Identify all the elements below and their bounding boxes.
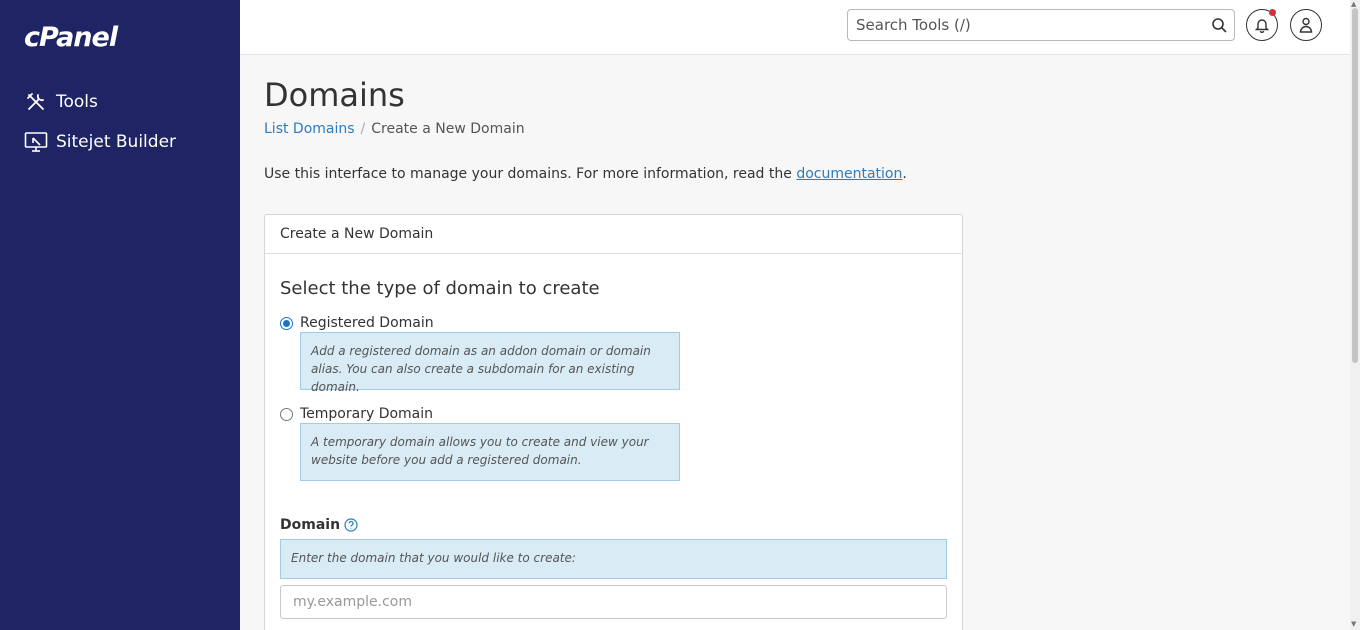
user-icon [1299,17,1313,33]
temporary-domain-option[interactable]: Temporary Domain [280,406,433,422]
sidebar-item-label: Sitejet Builder [56,132,177,152]
sitejet-icon [24,130,48,154]
search-box [847,9,1235,41]
breadcrumb-separator: / [360,121,366,137]
breadcrumb: List Domains / Create a New Domain [264,121,525,137]
help-icon[interactable] [344,518,358,532]
page-title: Domains [264,76,405,114]
scroll-up-icon[interactable]: ▲ [1351,0,1356,8]
intro-text-body: Use this interface to manage your domain… [264,166,792,182]
intro-text-end: . [902,166,907,182]
top-bar [240,0,1350,55]
temporary-domain-help: A temporary domain allows you to create … [300,423,680,481]
notification-dot [1269,9,1276,16]
page-scrollbar[interactable]: ▲ ▼ [1350,0,1360,630]
sidebar-item-tools[interactable]: Tools [24,90,98,114]
section-title: Select the type of domain to create [280,278,600,299]
intro-text: Use this interface to manage your domain… [264,166,907,182]
domain-input[interactable] [280,585,947,619]
temporary-domain-label: Temporary Domain [300,406,434,422]
temporary-domain-radio[interactable] [280,407,293,421]
create-domain-panel: Create a New Domain Select the type of d… [264,214,963,630]
registered-domain-radio[interactable] [280,316,293,330]
search-input[interactable] [856,10,1196,40]
scrollbar-thumb[interactable] [1352,8,1358,363]
user-menu-button[interactable] [1290,9,1322,41]
cpanel-logo[interactable]: cPanel [24,22,118,53]
sidebar-item-label: Tools [56,92,98,112]
sidebar: cPanel Tools Sitejet Builder [0,0,240,630]
search-icon[interactable] [1211,17,1227,33]
registered-domain-help: Add a registered domain as an addon doma… [300,332,680,394]
sidebar-item-sitejet-builder[interactable]: Sitejet Builder [24,130,176,154]
notifications-button[interactable] [1246,9,1278,41]
bell-icon [1255,17,1269,33]
domain-hint: Enter the domain that you would like to … [280,539,947,579]
registered-domain-label: Registered Domain [300,315,434,331]
domain-field-label: Domain [280,517,358,533]
breadcrumb-current: Create a New Domain [371,121,525,137]
scroll-down-icon[interactable]: ▼ [1351,620,1356,628]
breadcrumb-list-domains[interactable]: List Domains [264,121,355,137]
registered-domain-option[interactable]: Registered Domain [280,315,434,331]
tools-icon [24,90,48,114]
domain-label-text: Domain [280,517,341,533]
panel-header: Create a New Domain [265,215,962,254]
documentation-link[interactable]: documentation [796,166,902,182]
